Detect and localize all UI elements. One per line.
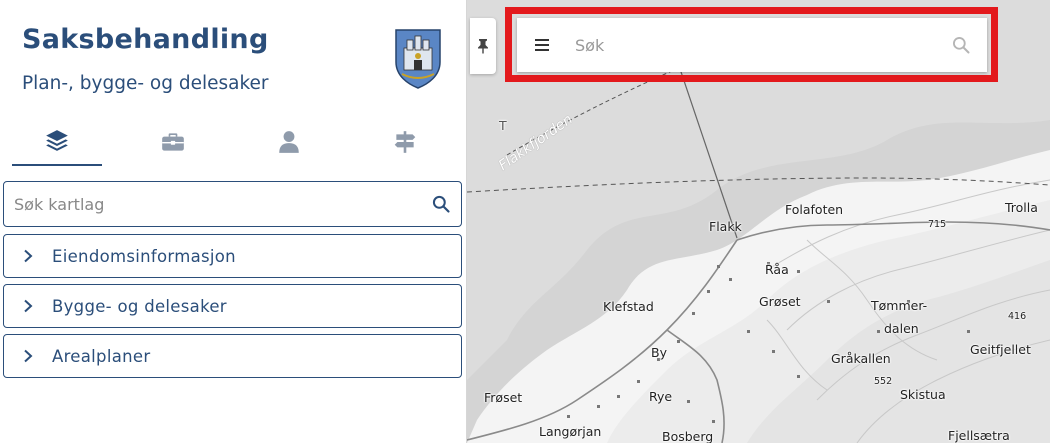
accordion-label: Arealplaner <box>52 346 151 366</box>
map-label-place: dalen <box>884 321 919 336</box>
map-label-place: Folafoten <box>785 202 844 217</box>
chevron-right-icon <box>24 299 33 313</box>
map-label-place: Råa <box>765 262 789 277</box>
signpost-icon <box>394 131 416 153</box>
map-label-place: Frøset <box>484 390 523 405</box>
chevron-right-icon <box>24 249 33 263</box>
map-search-input[interactable] <box>575 35 951 55</box>
sidebar-panel: Saksbehandling Plan-, bygge- og delesake… <box>0 0 467 443</box>
map-label-place: Klefstad <box>603 299 654 314</box>
map-label-partial: T <box>499 118 507 133</box>
briefcase-icon <box>162 133 184 151</box>
chevron-right-icon <box>24 349 33 363</box>
app-title: Saksbehandling <box>22 24 269 55</box>
map-label-elevation: 552 <box>874 376 893 387</box>
coat-of-arms-logo <box>395 29 441 89</box>
layer-search-input[interactable] <box>14 194 431 214</box>
map-label-place: Tømmer- <box>871 298 928 313</box>
pin-icon <box>478 39 488 54</box>
user-icon <box>279 131 299 153</box>
tab-tools[interactable] <box>128 118 218 166</box>
map-label-place: Grøset <box>759 294 801 309</box>
app-subtitle: Plan-, bygge- og delesaker <box>22 73 269 94</box>
accordion-label: Bygge- og delesaker <box>52 296 227 316</box>
accordion-label: Eiendomsinformasjon <box>52 246 236 266</box>
tab-layers[interactable] <box>12 118 102 166</box>
accordion-eiendomsinformasjon[interactable]: Eiendomsinformasjon <box>3 234 462 278</box>
map-label-elevation: 715 <box>928 219 947 230</box>
map-label-place: Rye <box>649 389 673 404</box>
tab-user[interactable] <box>244 118 334 166</box>
map-label-place: Flakk <box>709 219 742 234</box>
map-label-place: Skistua <box>900 387 946 402</box>
layers-icon <box>46 130 68 151</box>
map-label-place: Geitfjellet <box>970 342 1031 357</box>
map-label-place: Bosberg <box>662 429 714 443</box>
menu-icon[interactable] <box>533 37 551 53</box>
map-label-elevation: 416 <box>1008 311 1027 322</box>
tab-bar <box>12 118 462 166</box>
search-icon[interactable] <box>431 194 451 214</box>
map-search-bar <box>517 18 987 72</box>
map-label-place: By <box>651 345 667 360</box>
map-label-place: Fjellsætra <box>948 428 1010 443</box>
map-label-place: Langørjan <box>539 424 602 439</box>
pin-sidebar-button[interactable] <box>470 18 496 74</box>
map-label-place: Gråkallen <box>831 351 891 366</box>
map-label-place: Trolla <box>1005 200 1038 215</box>
accordion-bygge-og-delesaker[interactable]: Bygge- og delesaker <box>3 284 462 328</box>
layer-search-box <box>3 181 462 227</box>
accordion-arealplaner[interactable]: Arealplaner <box>3 334 462 378</box>
tab-directions[interactable] <box>360 118 450 166</box>
search-icon[interactable] <box>951 35 971 55</box>
